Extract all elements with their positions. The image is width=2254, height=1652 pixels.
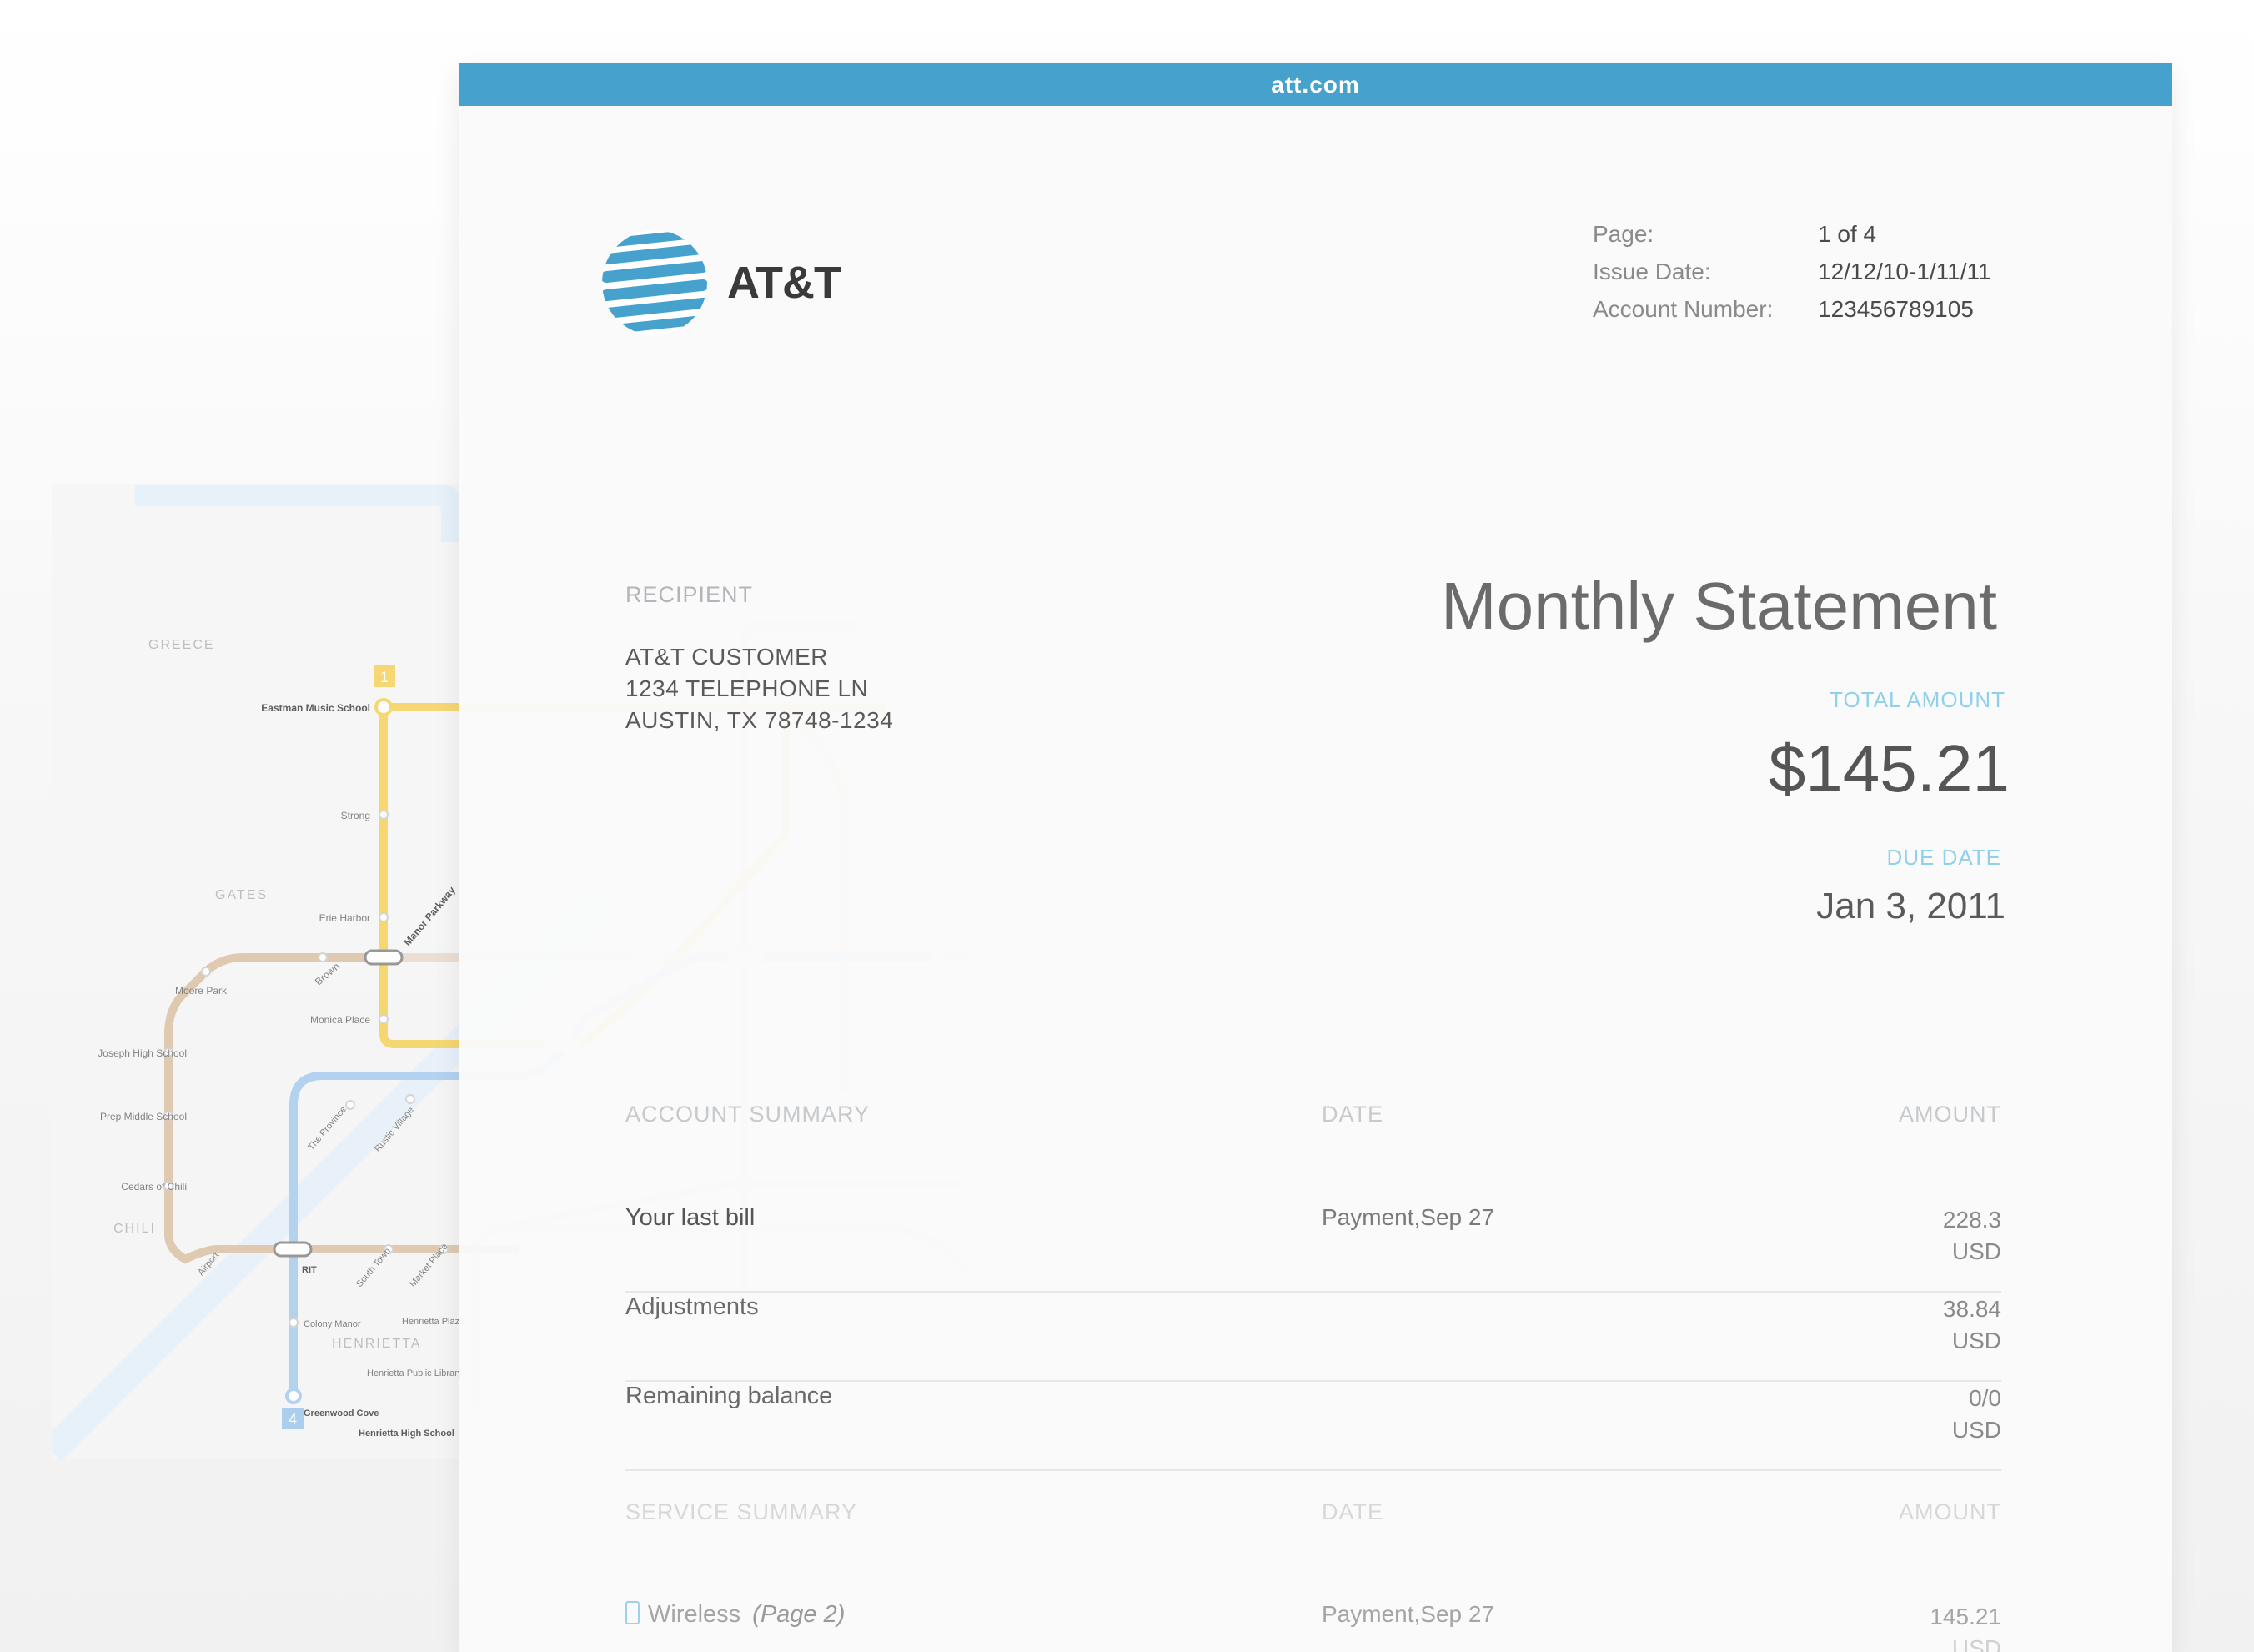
station-rustic [405, 1094, 415, 1104]
station-strong [379, 810, 389, 820]
label-brown: Brown [313, 961, 342, 988]
station-monica [379, 1014, 389, 1024]
row-date: Payment,Sep 27 [1322, 1204, 1495, 1230]
label-erie: Erie Harbor [319, 912, 370, 924]
meta-page-value: 1 of 4 [1818, 220, 1877, 247]
meta-page-row: Page: 1 of 4 [1593, 215, 1991, 253]
station-moore [201, 967, 211, 977]
row-amount: 0/0 USD [1952, 1383, 2001, 1446]
service-name: Wireless [648, 1601, 741, 1628]
label-joseph: Joseph High School [98, 1047, 187, 1059]
row-amount-currency: USD [1951, 1328, 2001, 1353]
region-greece: GREECE [148, 638, 215, 652]
url-bar[interactable]: att.com [459, 63, 2172, 106]
station-colony [289, 1318, 299, 1328]
address-line: 1234 TELEPHONE LN [625, 675, 869, 701]
label-colony: Colony Manor [304, 1319, 361, 1329]
total-amount-label: TOTAL AMOUNT [1830, 687, 2006, 712]
service-summary-date-heading: DATE [1322, 1499, 1384, 1524]
account-summary-heading: ACCOUNT SUMMARY [625, 1102, 871, 1127]
meta-account-row: Account Number: 123456789105 [1593, 290, 1991, 328]
table-row[interactable]: Wireless (Page 2) Payment,Sep 27 145.21 U… [625, 1601, 2001, 1652]
service-summary-heading: SERVICE SUMMARY [625, 1499, 858, 1524]
interchange-manor [364, 949, 404, 966]
region-chili: CHILI [113, 1222, 156, 1236]
row-label: Remaining balance [625, 1383, 833, 1409]
due-date-value: Jan 3, 2011 [1816, 886, 2006, 926]
table-row: Your last bill Payment,Sep 27 228.3 USD [625, 1204, 2001, 1293]
station-greenwood [285, 1388, 302, 1404]
row-amount-value: 228.3 [1942, 1207, 2001, 1233]
label-moore: Moore Park [175, 985, 228, 997]
row-amount-currency: USD [1951, 1417, 2001, 1443]
row-date: Payment,Sep 27 [1322, 1601, 1495, 1627]
recipient-block: RECIPIENT AT&T CUSTOMER 1234 TELEPHONE L… [625, 582, 893, 736]
globe-icon [602, 230, 707, 335]
total-amount-value: $145.21 [1768, 731, 2010, 806]
label-manor: Manor Parkway [402, 884, 459, 948]
river-top [135, 485, 463, 542]
label-cedars: Cedars of Chili [121, 1181, 187, 1193]
meta-issue-row: Issue Date: 12/12/10-1/11/11 [1593, 253, 1991, 290]
label-rit: RIT [302, 1265, 317, 1275]
due-date-label: DUE DATE [1886, 845, 2001, 870]
statement-meta: Page: 1 of 4 Issue Date: 12/12/10-1/11/1… [1593, 215, 1991, 328]
interchange-rit [273, 1241, 313, 1258]
service-summary-amount-heading: AMOUNT [1899, 1499, 2001, 1524]
label-henrietta-plaza: Henrietta Plaza [402, 1317, 465, 1327]
meta-account-value: 123456789105 [1818, 295, 1974, 322]
station-province [345, 1100, 355, 1110]
row-amount-currency: USD [1951, 1635, 2001, 1652]
region-henrietta: HENRIETTA [332, 1337, 421, 1351]
row-amount-value: 145.21 [1930, 1604, 2001, 1629]
meta-issue-value: 12/12/10-1/11/11 [1818, 258, 1991, 284]
row-amount: 228.3 USD [1943, 1204, 2001, 1268]
row-label: Wireless (Page 2) [625, 1601, 845, 1629]
station-erie [379, 912, 389, 922]
row-amount-value: 38.84 [1942, 1296, 2001, 1322]
address-line: AUSTIN, TX 78748-1234 [625, 707, 894, 733]
meta-issue-label: Issue Date: [1593, 258, 1711, 284]
recipient-heading: RECIPIENT [625, 582, 754, 607]
label-strong: Strong [341, 810, 370, 821]
service-summary-header: SERVICE SUMMARY DATE AMOUNT [625, 1499, 2001, 1533]
line-badge-yellow-label: 1 [380, 669, 389, 685]
row-label: Adjustments [625, 1293, 759, 1320]
table-row: Remaining balance 0/0 USD [625, 1383, 2001, 1471]
meta-account-label: Account Number: [1593, 295, 1774, 322]
label-greenwood: Greenwood Cove [304, 1408, 379, 1419]
label-eastman: Eastman Music School [261, 702, 370, 714]
line-badge-blue-label: 4 [289, 1411, 297, 1428]
statement-document: att.com AT&T Page: 1 of 4 Issue Date: 12… [459, 63, 2172, 1652]
brand-wordmark: AT&T [727, 258, 841, 308]
region-gates: GATES [215, 888, 268, 902]
url-text[interactable]: att.com [1271, 72, 1360, 98]
account-summary-amount-heading: AMOUNT [1899, 1102, 2001, 1127]
page-reference-link[interactable]: (Page 2) [752, 1601, 845, 1628]
statement-title: Monthly Statement [1441, 569, 1997, 643]
label-prep: Prep Middle School [100, 1111, 187, 1122]
account-summary-date-heading: DATE [1322, 1102, 1384, 1127]
label-henrietta-high: Henrietta High School [359, 1429, 454, 1439]
row-label: Your last bill [625, 1204, 756, 1231]
label-henrietta-library: Henrietta Public Library [367, 1368, 463, 1378]
row-amount: 38.84 USD [1943, 1293, 2001, 1357]
meta-page-label: Page: [1593, 220, 1654, 247]
phone-icon [625, 1601, 640, 1624]
station-brown [318, 952, 328, 962]
label-monica: Monica Place [310, 1014, 370, 1026]
row-amount-value: 0/0 [1969, 1385, 2001, 1411]
recipient-address: AT&T CUSTOMER 1234 TELEPHONE LN AUSTIN, … [625, 641, 893, 736]
address-line: AT&T CUSTOMER [625, 644, 828, 670]
row-amount: 145.21 USD [1930, 1601, 2001, 1652]
table-row: Adjustments 38.84 USD [625, 1293, 2001, 1382]
row-amount-currency: USD [1951, 1238, 2001, 1264]
station-eastman [374, 698, 393, 716]
att-logo: AT&T [600, 228, 841, 337]
account-summary-header: ACCOUNT SUMMARY DATE AMOUNT [625, 1102, 2001, 1135]
